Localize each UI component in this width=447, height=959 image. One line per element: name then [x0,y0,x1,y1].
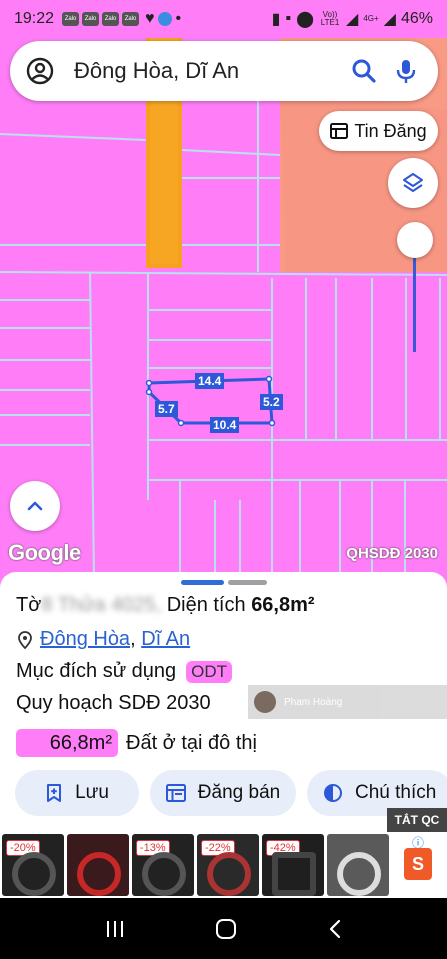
lock-icon: ▮ [271,11,281,28]
google-logo: Google [8,540,81,565]
steering-wheel-icon [207,852,251,896]
sheet-handle-inactive[interactable] [228,580,267,585]
steering-wheel-icon [77,852,121,896]
bookmark-add-icon [47,784,62,802]
microphone-icon[interactable] [392,57,420,85]
user-watermark: Pham Hoàng [248,685,447,719]
watermark-name: Pham Hoàng [284,696,343,708]
opacity-slider-handle[interactable] [397,222,433,258]
shopee-logo: S [404,848,432,880]
location-separator: , [130,628,136,650]
ad-product[interactable] [327,834,389,896]
search-query[interactable]: Đông Hòa, Dĩ An [74,58,336,84]
land-use-label: Mục đích sử dụng [16,660,177,682]
parcel-info-sheet: Tờ8 Thửa 4025, Diện tích 66,8m² Đông Hòa… [0,572,447,832]
seat-organizer-icon [272,852,316,896]
sell-button[interactable]: Đăng bán [150,770,296,816]
zalo-icon: Zalo [82,12,100,26]
status-bar: 19:22 Zalo Zalo Zalo Zalo ♥ • ▮ ▪ ⬤ Vo))… [0,0,447,38]
network-type: 4G+ [363,14,379,23]
zalo-icon: Zalo [62,12,80,26]
save-label: Lưu [75,782,109,803]
signal-icon-2: ◢ [383,11,396,28]
contrast-icon [324,784,342,802]
ad-product[interactable]: -22% [197,834,259,896]
legend-label: Chú thích [355,782,437,803]
layers-icon [403,173,423,192]
app-circle-icon [157,12,172,26]
ad-product[interactable]: -13% [132,834,194,896]
zalo-icon: Zalo [102,12,120,26]
account-icon[interactable] [26,57,54,85]
signal-icon: ◢ [346,11,359,28]
dimension-label-left: 5.7 [155,401,178,417]
plan-area-row: 66,8m² Đất ở tại đô thị [16,729,257,757]
expand-up-button[interactable] [10,481,60,531]
home-icon[interactable] [214,917,238,941]
status-time: 19:22 [14,10,55,27]
sell-label: Đăng bán [197,782,281,803]
dimension-label-right: 5.2 [260,394,283,410]
ad-product[interactable]: -42% [262,834,324,896]
message-icon: ▪ [285,10,292,27]
tin-dang-label: Tin Đăng [354,120,427,141]
parcel-title: Tờ8 Thửa 4025, Diện tích 66,8m² [16,594,315,617]
more-dot-icon: • [175,10,182,27]
volte-label: Vo)) LTE1 [320,10,340,27]
close-ad-button[interactable]: TẮT QC [387,808,447,832]
layers-button[interactable] [388,158,438,208]
recent-apps-icon[interactable] [104,919,126,939]
steering-wheel-icon [12,852,56,896]
action-buttons: Lưu Đăng bán Chú thích [15,770,447,816]
land-use-row: Mục đích sử dụng ODT [16,660,233,683]
listing-icon [330,123,349,139]
save-button[interactable]: Lưu [15,770,139,816]
plan-label: Quy hoạch SDĐ 2030 [16,692,211,714]
dimension-label-bottom: 10.4 [210,417,240,433]
area-label: Diện tích [166,594,246,616]
listing-icon [165,784,186,802]
heart-shield-icon: ♥ [145,10,155,27]
district-link[interactable]: Dĩ An [141,628,190,651]
zalo-icon: Zalo [122,12,140,26]
sheet-number-blurred: 8 Thửa 4025, [41,594,162,616]
avatar [254,691,276,713]
ad-product[interactable]: -20% [2,834,64,896]
search-icon[interactable] [350,57,378,85]
tin-dang-button[interactable]: Tin Đăng [319,111,438,151]
sheet-label: Tờ [16,594,42,616]
steering-wheel-icon [337,852,381,896]
location-pin-icon [18,630,32,649]
plan-area-pill: 66,8m² [16,729,118,757]
steering-wheel-icon [142,852,186,896]
location-icon: ⬤ [296,11,314,28]
search-bar[interactable]: Đông Hòa, Dĩ An [10,41,438,101]
chevron-up-icon [27,501,43,511]
map-layer-label: QHSDĐ 2030 [346,545,438,562]
area-value: 66,8m² [251,594,315,616]
plan-description: Đất ở tại đô thị [126,731,257,754]
sheet-handle-active[interactable] [181,580,224,585]
parcel-location: Đông Hòa, Dĩ An [18,628,190,651]
dimension-label-top: 14.4 [195,373,225,389]
system-navigation-bar [0,898,447,959]
ward-link[interactable]: Đông Hòa [40,628,130,651]
ad-banner[interactable]: TẮT QC -20% -13% -22% -42% ⓘ S [0,808,447,898]
back-icon[interactable] [327,918,343,940]
ad-product[interactable] [67,834,129,896]
land-use-badge: ODT [186,660,233,683]
battery-percent: 46% [400,10,433,27]
